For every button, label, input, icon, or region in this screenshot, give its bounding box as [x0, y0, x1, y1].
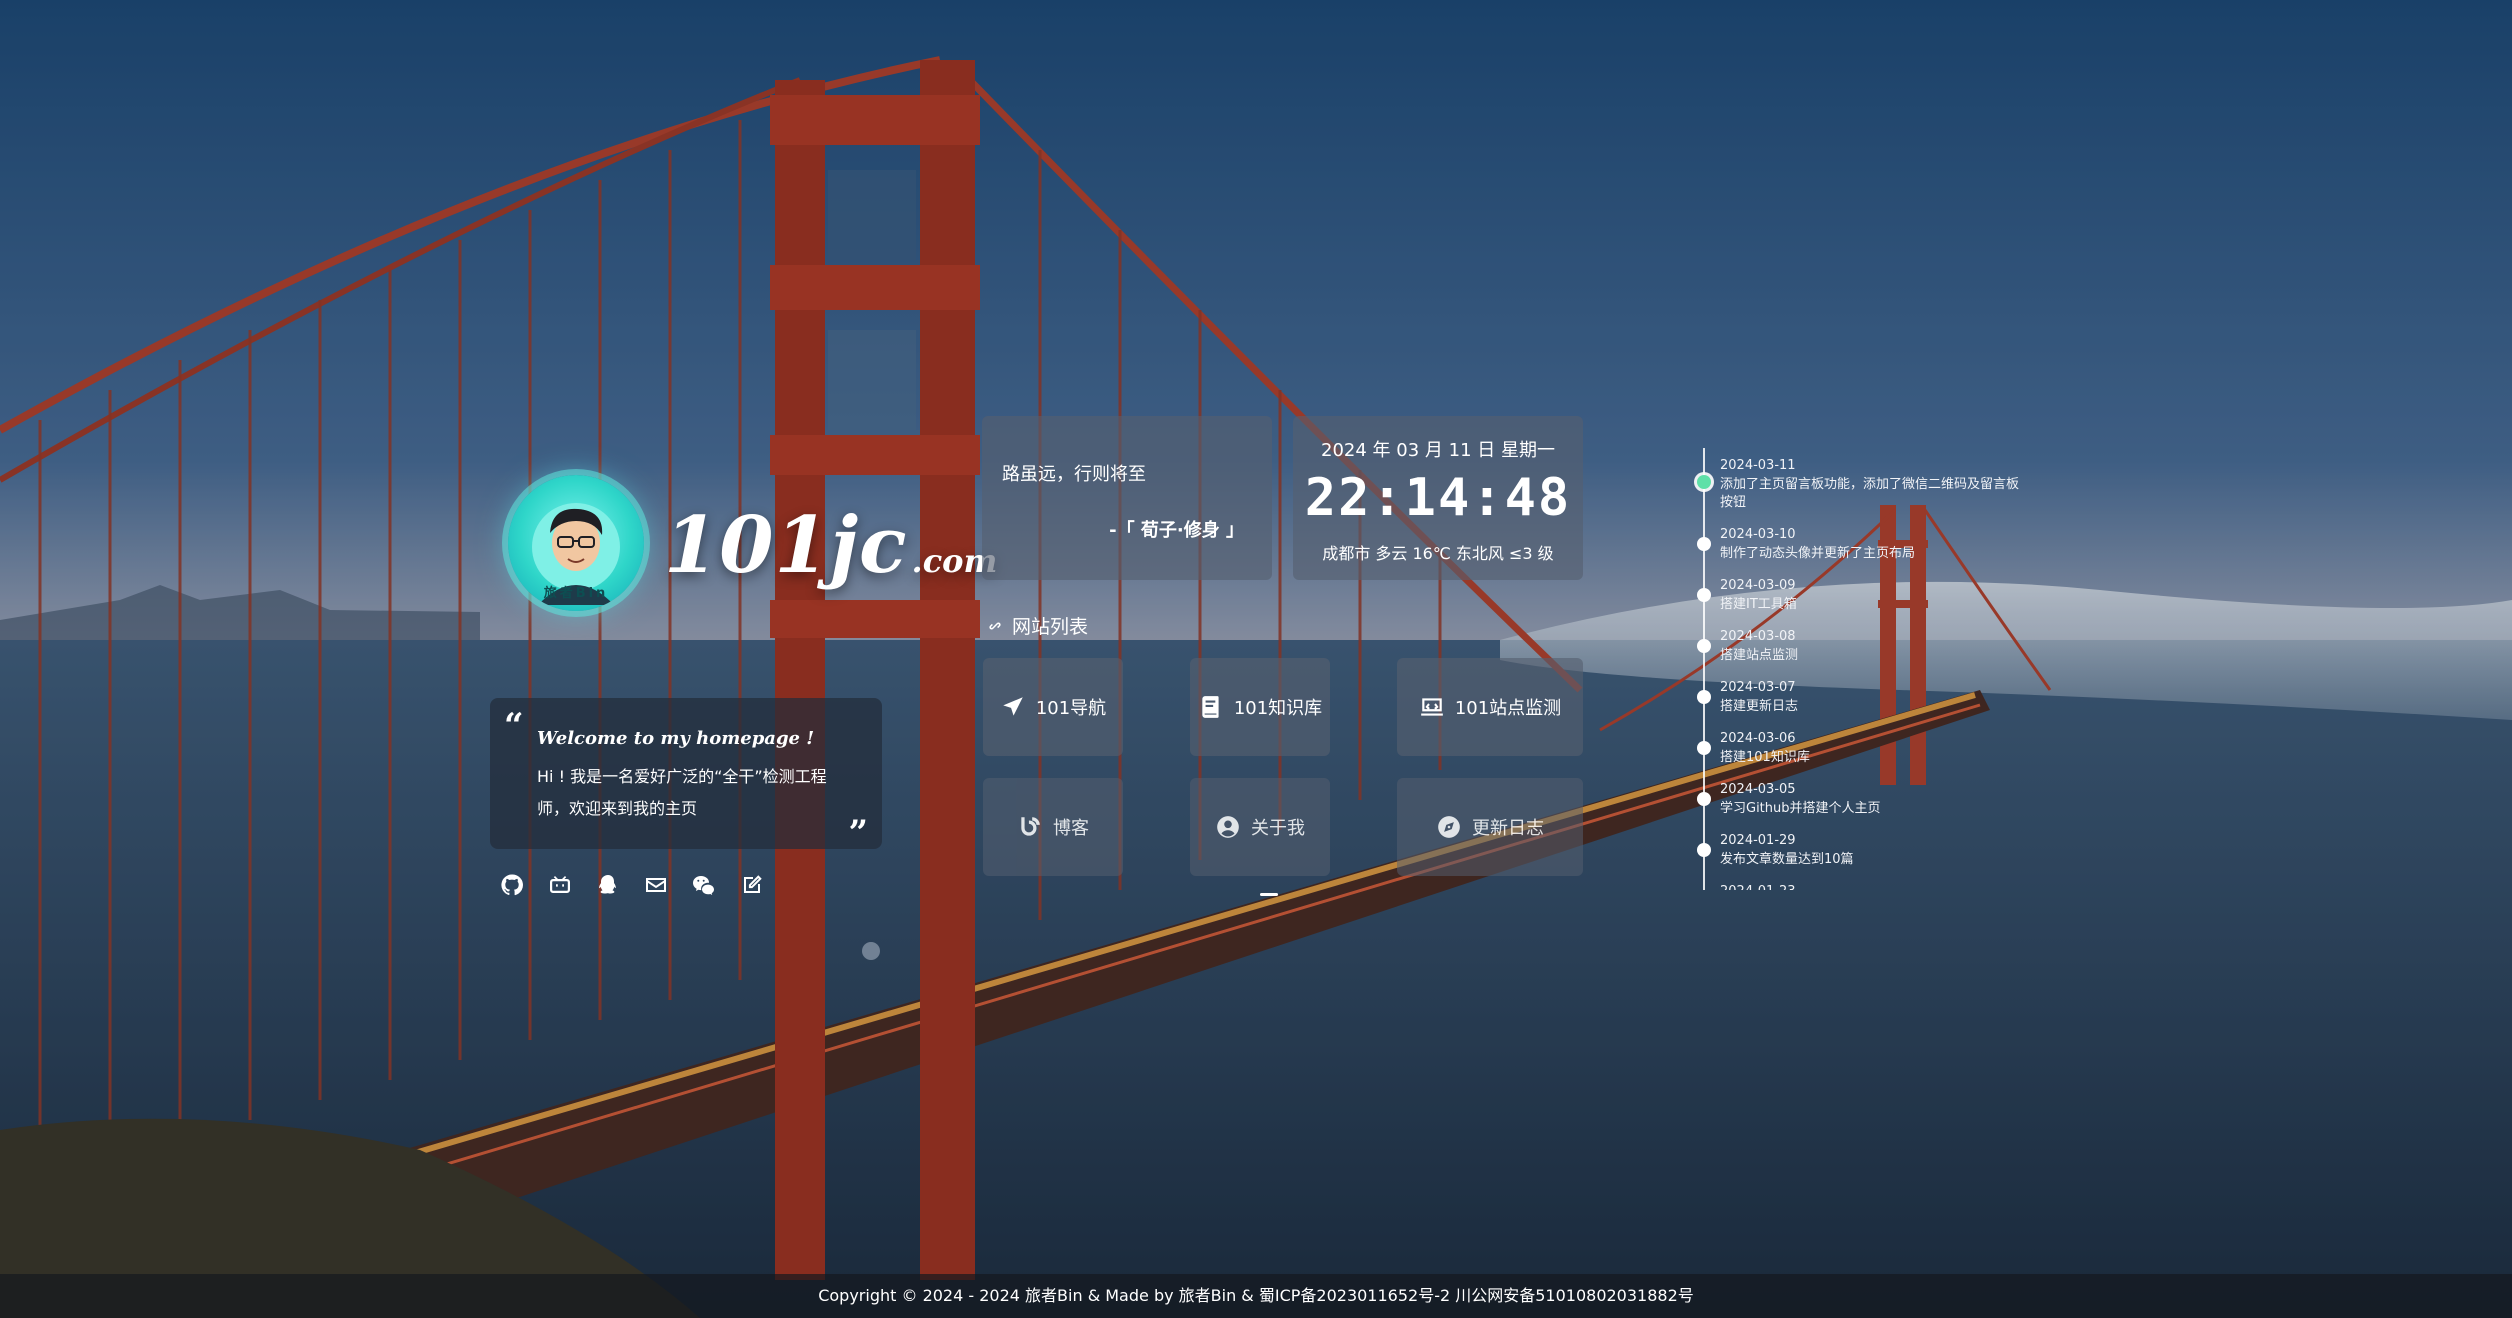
intro-line-1: Hi ! 我是一名爱好广泛的“全干”检测工程 [537, 767, 827, 786]
avatar-caption: 旅者Bin [543, 586, 609, 601]
timeline-dot [1697, 843, 1711, 857]
footer-copyright: Copyright © 2024 - 2024 旅者Bin & Made by … [0, 1274, 2512, 1318]
timeline-text: 制作了动态头像并更新了主页布局 [1720, 546, 1916, 561]
timeline-date: 2024-03-05 [1720, 782, 1796, 797]
clock-card: 2024 年 03 月 11 日 星期一 22:14:48 成都市 多云 16℃… [1293, 416, 1583, 580]
timeline-dot [1697, 588, 1711, 602]
link-icon [989, 621, 1001, 630]
quote-card: 路虽远，行则将至 -「 荀子·修身 」 [982, 416, 1272, 580]
avatar[interactable]: 旅者Bin [508, 475, 644, 611]
timeline-text: 发布文章数量达到10篇 [1720, 852, 1854, 867]
tile-label: 101知识库 [1233, 698, 1323, 719]
open-quote-icon: “ [504, 706, 524, 746]
timeline-dot [1697, 741, 1711, 755]
intro-card: “ Welcome to my homepage ! Hi ! 我是一名爱好广泛… [490, 698, 882, 853]
page-indicator-dot[interactable] [862, 942, 880, 960]
welcome-heading: Welcome to my homepage ! [537, 728, 815, 749]
timeline-date: 2024-03-09 [1720, 578, 1796, 593]
timeline-date: 2024-03-08 [1720, 629, 1796, 644]
tile-about-me[interactable]: 关于我 [1190, 778, 1330, 876]
timeline-text: 搭建站点监测 [1720, 648, 1799, 663]
tile-101-monitor[interactable]: 101站点监测 [1397, 658, 1583, 756]
tile-changelog[interactable]: 更新日志 [1397, 778, 1583, 876]
weather-text: 成都市 多云 16℃ 东北风 ≤3 级 [1322, 544, 1554, 563]
logo-main: 101jc [664, 500, 908, 591]
timeline-date: 2024-01-29 [1720, 833, 1796, 848]
tile-hover-indicator [1260, 893, 1278, 896]
social-links [499, 872, 765, 898]
timeline-dot [1697, 639, 1711, 653]
timeline-dot [1697, 690, 1711, 704]
date-text: 2024 年 03 月 11 日 星期一 [1321, 440, 1555, 461]
timeline-text: 搭建IT工具箱 [1720, 597, 1797, 612]
tile-label: 101导航 [1035, 698, 1107, 719]
timeline-dot [1697, 537, 1711, 551]
timeline-date: 2024-03-11 [1720, 458, 1796, 473]
site-logo[interactable]: 101jc .com [664, 500, 997, 610]
intro-line-2: 师，欢迎来到我的主页 [537, 799, 698, 818]
timeline-text: 搭建更新日志 [1720, 699, 1799, 714]
update-timeline: 2024-03-11 添加了主页留言板功能，添加了微信二维码及留言板按钮 202… [1690, 448, 2020, 890]
bilibili-icon[interactable] [547, 872, 573, 898]
close-quote-icon: ” [848, 813, 868, 853]
blog-icon [1021, 817, 1040, 836]
tile-101-nav[interactable]: 101导航 [983, 658, 1123, 756]
tile-101-knowledge[interactable]: 101知识库 [1190, 658, 1330, 756]
timeline-text: 添加了主页留言板功能，添加了微信二维码及留言板按钮 [1720, 477, 2020, 510]
timeline-text: 学习Github并搭建个人主页 [1720, 801, 1881, 816]
edit-icon[interactable] [739, 872, 765, 898]
timeline-date: 2024-03-10 [1720, 527, 1796, 542]
user-icon [1217, 816, 1239, 838]
timeline-dot [1697, 792, 1711, 806]
compass-icon [1438, 816, 1460, 838]
motto-source: -「 荀子·修身 」 [1109, 520, 1244, 541]
timeline-date: 2024-03-07 [1720, 680, 1796, 695]
qq-icon[interactable] [595, 872, 621, 898]
mail-icon[interactable] [643, 872, 669, 898]
clock-time: 22:14:48 [1304, 468, 1572, 528]
site-list-title: 网站列表 [1012, 616, 1089, 638]
tile-blog[interactable]: 博客 [983, 778, 1123, 876]
motto-text: 路虽远，行则将至 [1002, 464, 1146, 485]
monitor-icon [1420, 698, 1443, 716]
site-list-heading: 网站列表 [986, 612, 1088, 639]
tile-label: 博客 [1053, 818, 1089, 839]
timeline-date: 2024-03-06 [1720, 731, 1796, 746]
tile-label: 关于我 [1251, 818, 1305, 839]
timeline-date: 2024-01-23 [1720, 884, 1796, 890]
timeline-line [1703, 448, 1705, 890]
tile-label: 更新日志 [1472, 818, 1544, 839]
timeline-text: 搭建101知识库 [1720, 750, 1810, 765]
github-icon[interactable] [499, 872, 525, 898]
timeline-dot-active [1697, 475, 1711, 489]
book-icon [1202, 696, 1219, 718]
send-icon [1003, 697, 1023, 716]
wechat-icon[interactable] [691, 872, 717, 898]
tile-label: 101站点监测 [1454, 698, 1562, 719]
